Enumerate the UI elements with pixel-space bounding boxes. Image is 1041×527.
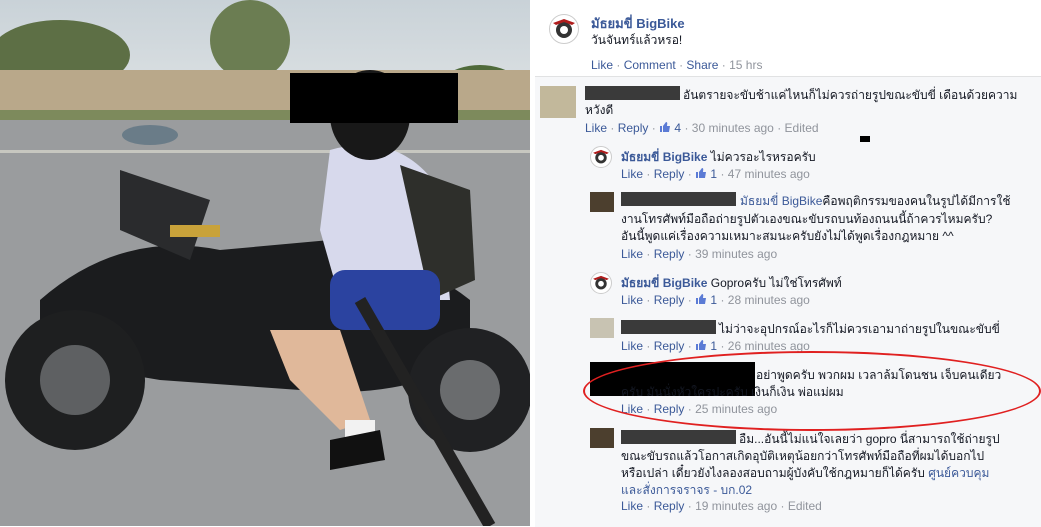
reply-actions: Like · Reply · 1 · 47 minutes ago xyxy=(621,167,810,181)
reply-author[interactable]: มัธยมขี่ BigBike xyxy=(621,276,707,290)
like-count[interactable]: 1 xyxy=(710,167,717,181)
thumbs-up-icon xyxy=(696,340,707,350)
like-button[interactable]: Like xyxy=(591,58,613,72)
reply-timestamp[interactable]: 39 minutes ago xyxy=(695,247,777,261)
comment-text: อันตรายจะขับช้าแค่ไหนก็ไม่ควรถ่ายรูปขณะข… xyxy=(683,88,1018,102)
post-text: วันจันทร์แล้วหรอ! xyxy=(591,33,683,47)
reply-body: มัธยมขี่ BigBike ไม่ควรอะไรหรอครับ xyxy=(621,148,816,167)
post-actions: Like · Comment · Share · 15 hrs xyxy=(591,58,763,72)
bigbike-logo-icon xyxy=(593,149,609,164)
like-button[interactable]: Like xyxy=(621,293,643,307)
thumbs-up-icon xyxy=(660,122,671,132)
comment-text: หวังดี xyxy=(585,103,614,117)
commenter-avatar[interactable] xyxy=(540,86,576,118)
like-count[interactable]: 4 xyxy=(674,121,681,135)
reply-body: มัธยมขี่ BigBike Goproครับ ไม่ใช่โทรศัพท… xyxy=(621,274,842,293)
bigbike-logo-icon xyxy=(553,19,575,38)
reply-body: มัธยมขี่ BigBikeคือพฤติกรรมของคนในรูปได้… xyxy=(740,192,1011,211)
edited-label[interactable]: Edited xyxy=(788,499,822,513)
reply-button[interactable]: Reply xyxy=(618,121,649,135)
reply-text: อันนี้พูดแค่เรื่องความเหมาะสมนะครับยังไม… xyxy=(621,229,954,243)
reply-actions: Like · Reply · 19 minutes ago · Edited xyxy=(621,499,822,513)
reply-text: คือพฤติกรรมของคนในรูปได้มีการใช้ xyxy=(822,194,1011,208)
traffic-center-link[interactable]: และสั่งการจราจร - บก.02 xyxy=(621,481,752,500)
like-button[interactable]: Like xyxy=(585,121,607,135)
highlight-ellipse xyxy=(583,351,1041,431)
comment-actions: Like · Reply · 4 · 30 minutes ago · Edit… xyxy=(585,121,819,135)
post-photo[interactable] xyxy=(0,0,530,526)
reply-text: ไม่ควรอะไรหรอครับ xyxy=(710,150,816,164)
reply-author[interactable]: มัธยมขี่ BigBike xyxy=(621,150,707,164)
like-button[interactable]: Like xyxy=(621,499,643,513)
thumbs-up-icon xyxy=(696,294,707,304)
reply-button[interactable]: Reply xyxy=(654,339,685,353)
commenter-avatar[interactable] xyxy=(590,192,614,212)
redacted-name xyxy=(621,320,716,334)
reply-button[interactable]: Reply xyxy=(654,247,685,261)
redacted-name xyxy=(621,192,736,206)
redacted-name xyxy=(621,430,736,444)
comments-panel: มัธยมขี่ BigBike วันจันทร์แล้วหรอ! Like … xyxy=(535,0,1041,527)
like-button[interactable]: Like xyxy=(621,339,643,353)
like-count[interactable]: 1 xyxy=(710,293,717,307)
traffic-center-link[interactable]: ศูนย์ควบคุม xyxy=(928,466,989,480)
page-avatar[interactable] xyxy=(549,14,579,44)
like-button[interactable]: Like xyxy=(621,247,643,261)
redacted-name xyxy=(585,86,680,100)
reply-timestamp[interactable]: 19 minutes ago xyxy=(695,499,777,513)
commenter-avatar[interactable] xyxy=(590,428,614,448)
share-button[interactable]: Share xyxy=(686,58,718,72)
reply-button[interactable]: Reply xyxy=(654,293,685,307)
reply-timestamp[interactable]: 28 minutes ago xyxy=(728,293,810,307)
comment-timestamp[interactable]: 30 minutes ago xyxy=(692,121,774,135)
edited-label[interactable]: Edited xyxy=(785,121,819,135)
reply-button[interactable]: Reply xyxy=(654,167,685,181)
post-timestamp[interactable]: 15 hrs xyxy=(729,58,762,72)
redaction-bar xyxy=(860,136,870,142)
reply-text: หรือเปล่า เดี๋ยวยังไงลองสอบถามผู้บังคับใ… xyxy=(621,466,925,480)
reply-text: Goproครับ ไม่ใช่โทรศัพท์ xyxy=(710,276,842,290)
reply-actions: Like · Reply · 39 minutes ago xyxy=(621,247,778,261)
commenter-avatar[interactable] xyxy=(590,318,614,338)
comment-button[interactable]: Comment xyxy=(624,58,676,72)
redaction-bar xyxy=(290,73,458,123)
like-count[interactable]: 1 xyxy=(710,339,717,353)
page-avatar[interactable] xyxy=(590,272,612,294)
reply-timestamp[interactable]: 47 minutes ago xyxy=(728,167,810,181)
page-avatar[interactable] xyxy=(590,146,612,168)
reply-text: ไม่ว่าจะอุปกรณ์อะไรก็ไม่ควรเอามาถ่ายรูปใ… xyxy=(719,322,1000,336)
like-button[interactable]: Like xyxy=(621,167,643,181)
reply-button[interactable]: Reply xyxy=(654,499,685,513)
mention-link[interactable]: มัธยมขี่ BigBike xyxy=(740,194,822,208)
bigbike-logo-icon xyxy=(593,275,609,290)
thumbs-up-icon xyxy=(696,168,707,178)
reply-actions: Like · Reply · 1 · 28 minutes ago xyxy=(621,293,810,307)
